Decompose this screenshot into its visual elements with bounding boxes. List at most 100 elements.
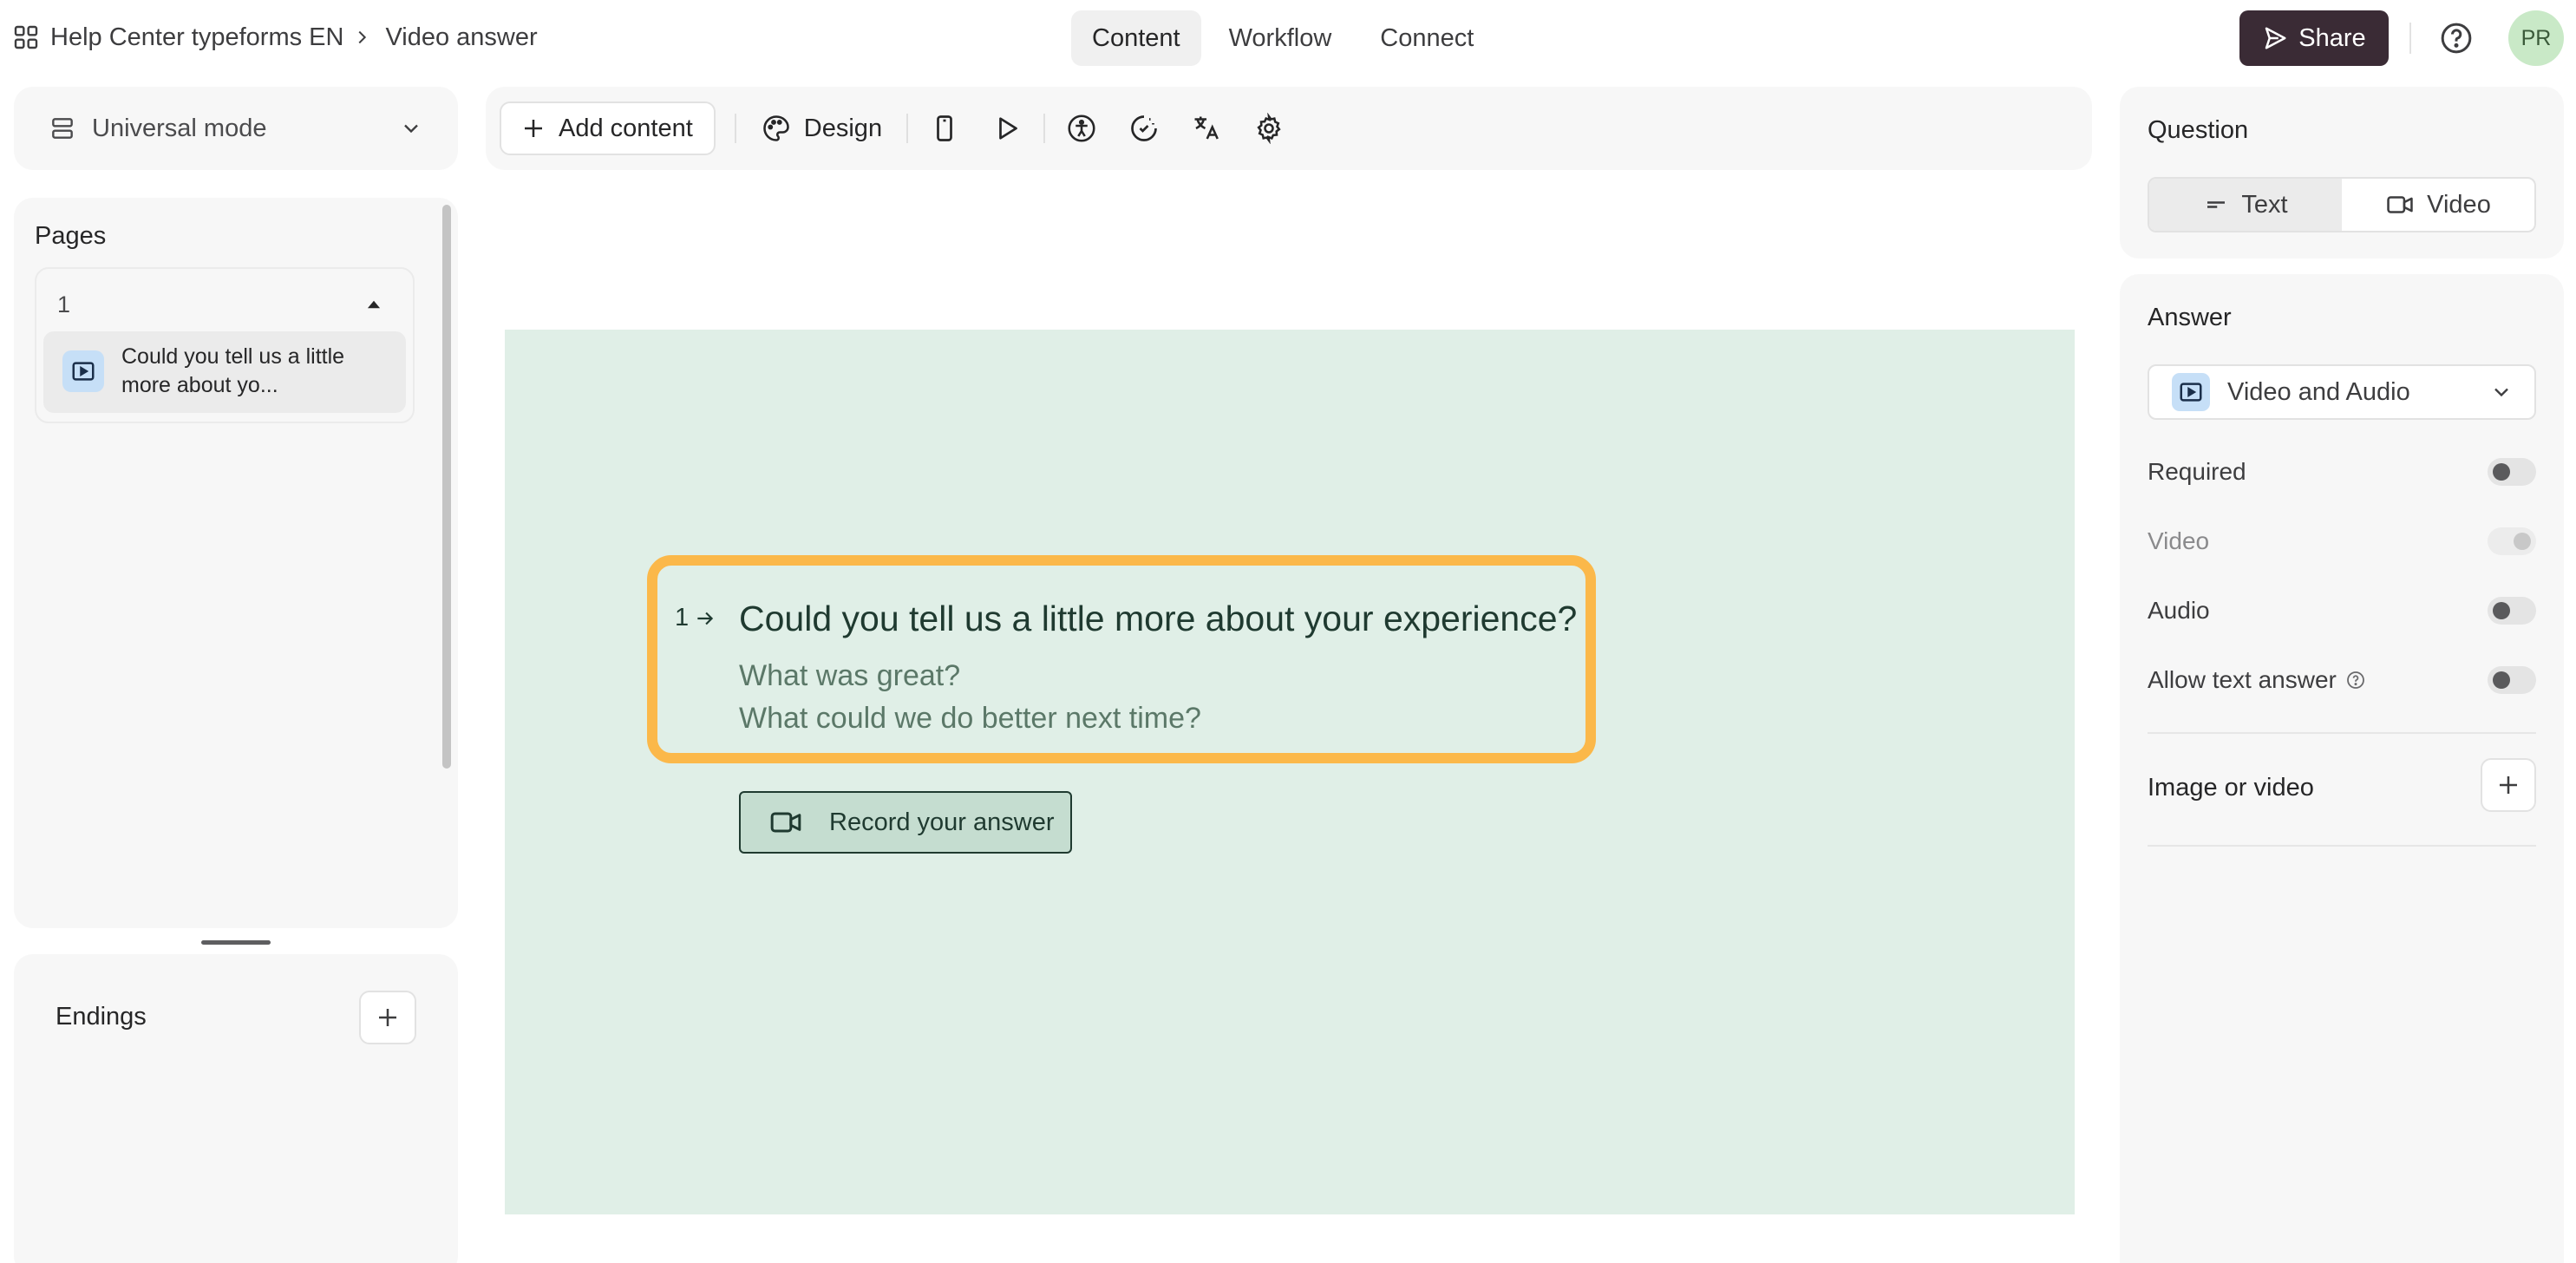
text-lines-icon [2207, 201, 2226, 208]
collapse-triangle-icon[interactable] [359, 290, 389, 319]
panel-resize-handle[interactable] [201, 940, 271, 945]
question-number-text: 1 [675, 604, 690, 632]
question-description-line[interactable]: What could we do better next time? [739, 702, 1201, 736]
tab-content[interactable]: Content [1071, 10, 1201, 66]
answer-type-label: Video and Audio [2227, 377, 2410, 406]
add-ending-button[interactable] [359, 991, 416, 1044]
option-audio-label: Audio [2148, 597, 2210, 624]
question-number: 1 [675, 604, 716, 632]
gear-icon [1257, 113, 1281, 144]
page-group: 1 Could you tell us a little more about … [35, 267, 415, 423]
send-icon [2265, 27, 2286, 49]
mobile-preview-button[interactable] [927, 111, 962, 146]
audio-toggle[interactable] [2488, 597, 2536, 625]
video-tile-icon [2172, 373, 2210, 411]
question-mode-toggle: Text Video [2148, 177, 2536, 232]
option-audio: Audio [2148, 593, 2536, 628]
logic-button[interactable] [1127, 111, 1161, 146]
question-title[interactable]: Could you tell us a little more about yo… [739, 599, 1577, 639]
question-mode-video[interactable]: Video [2342, 179, 2534, 231]
question-settings-title: Question [2148, 116, 2249, 144]
required-toggle[interactable] [2488, 458, 2536, 486]
settings-button[interactable] [1252, 111, 1286, 146]
tab-workflow[interactable]: Workflow [1208, 10, 1353, 66]
option-required-label: Required [2148, 458, 2246, 485]
share-label: Share [2298, 23, 2366, 52]
layout-icon [52, 118, 73, 139]
breadcrumb-form-name[interactable]: Video answer [385, 23, 537, 52]
question-settings-panel: Question Text Video [2120, 87, 2564, 258]
breadcrumb-workspace[interactable]: Help Center typeforms EN [50, 23, 343, 52]
toolbar-divider [734, 114, 736, 143]
help-circle-icon[interactable] [2345, 670, 2366, 690]
design-label: Design [803, 114, 883, 142]
plus-icon [2500, 776, 2517, 794]
page-item[interactable]: Could you tell us a little more about yo… [43, 331, 406, 413]
mode-label: Universal mode [92, 114, 267, 142]
header-divider [2409, 23, 2411, 54]
pages-title: Pages [35, 222, 107, 250]
breadcrumb: Help Center typeforms EN Video answer [12, 17, 538, 57]
toolbar-divider [906, 114, 909, 143]
answer-settings-title: Answer [2148, 304, 2232, 331]
plus-icon [525, 120, 542, 137]
plus-icon [379, 1009, 396, 1026]
top-bar: Help Center typeforms EN Video answer Co… [0, 0, 2576, 76]
add-content-label: Add content [559, 114, 693, 142]
workspace-grid-icon[interactable] [12, 23, 40, 51]
record-answer-button[interactable]: Record your answer [739, 791, 1072, 854]
add-content-button[interactable]: Add content [500, 101, 716, 155]
chevron-right-icon [359, 30, 367, 44]
pages-scrollbar[interactable] [442, 205, 451, 769]
avatar[interactable]: PR [2508, 10, 2564, 66]
phone-icon [937, 115, 952, 141]
play-icon [999, 117, 1017, 140]
question-mode-video-label: Video [2427, 190, 2491, 219]
translate-button[interactable] [1189, 111, 1224, 146]
accessibility-icon [1068, 115, 1095, 142]
page-group-number: 1 [57, 291, 71, 317]
record-answer-label: Record your answer [829, 808, 1055, 836]
option-video: Video [2148, 524, 2536, 559]
section-divider [2148, 845, 2536, 847]
video-tile-icon [62, 350, 104, 392]
option-video-label: Video [2148, 527, 2210, 554]
endings-panel: Endings [14, 954, 458, 1263]
option-required: Required [2148, 455, 2536, 489]
arrow-right-icon [697, 612, 714, 625]
video-toggle[interactable] [2488, 527, 2536, 555]
mode-selector[interactable]: Universal mode [14, 87, 458, 170]
allow-text-toggle[interactable] [2488, 666, 2536, 694]
add-media-button[interactable] [2481, 758, 2536, 812]
editor-toolbar: Add content Design [486, 87, 2092, 170]
main-nav: Content Workflow Connect [1071, 10, 1494, 66]
answer-settings-panel: Answer Video and Audio Required Video Au… [2120, 274, 2564, 1263]
page-item-label: Could you tell us a little more about yo… [121, 344, 345, 397]
video-camera-icon [2387, 196, 2413, 213]
progress-circle-icon [1131, 115, 1157, 141]
chevron-down-icon [404, 124, 418, 134]
accessibility-button[interactable] [1064, 111, 1099, 146]
answer-type-select[interactable]: Video and Audio [2148, 364, 2536, 420]
tab-connect[interactable]: Connect [1359, 10, 1494, 66]
question-description-line[interactable]: What was great? [739, 659, 960, 693]
chevron-down-icon [2494, 388, 2508, 397]
endings-title: Endings [56, 1003, 147, 1031]
image-or-video-title: Image or video [2148, 774, 2314, 802]
pages-panel: Pages 1 Could you tell us a little more … [14, 198, 458, 928]
toolbar-divider [1043, 114, 1046, 143]
allow-text-label: Allow text answer [2148, 666, 2337, 693]
design-button[interactable]: Design [755, 101, 887, 155]
help-icon[interactable] [2439, 21, 2474, 56]
form-canvas[interactable]: 1 Could you tell us a little more about … [505, 330, 2075, 1214]
share-button[interactable]: Share [2239, 10, 2389, 66]
question-mode-text-label: Text [2241, 190, 2288, 219]
section-divider [2148, 732, 2536, 734]
palette-icon [763, 115, 789, 141]
preview-button[interactable] [990, 111, 1024, 146]
option-allow-text: Allow text answer [2148, 663, 2536, 697]
option-allow-text-label: Allow text answer [2148, 666, 2366, 694]
translate-icon [1194, 116, 1219, 140]
video-camera-icon [770, 812, 801, 833]
question-mode-text[interactable]: Text [2149, 179, 2342, 231]
